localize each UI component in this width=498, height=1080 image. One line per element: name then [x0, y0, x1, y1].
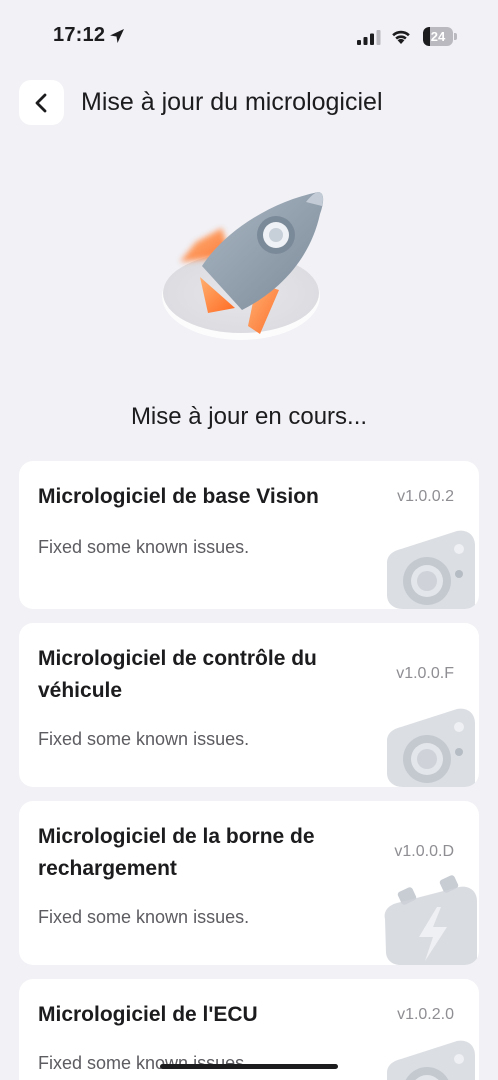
firmware-title: Micrologiciel de base Vision	[38, 485, 319, 508]
page-title: Mise à jour du micrologiciel	[81, 88, 383, 116]
firmware-card-vehicle-control: Micrologiciel de contrôle du véhicule v1…	[19, 623, 479, 787]
cellular-signal-icon	[357, 30, 381, 45]
battery-indicator: 24	[423, 27, 457, 47]
status-time: 17:12	[53, 24, 106, 46]
firmware-card-vision: Micrologiciel de base Vision v1.0.0.2 Fi…	[19, 461, 479, 609]
firmware-description: Fixed some known issues.	[38, 729, 250, 749]
camera-icon	[387, 1040, 475, 1080]
battery-percentage: 24	[430, 29, 446, 44]
location-arrow-icon	[110, 29, 124, 43]
firmware-update-screen: 17:12 24 Mise à jour du micrologiciel Mi…	[0, 0, 498, 1080]
camera-icon	[387, 708, 475, 787]
rocket-icon	[162, 192, 324, 340]
firmware-version: v1.0.2.0	[397, 1006, 454, 1023]
chevron-left-icon	[35, 93, 46, 112]
battery-body: 24	[423, 27, 453, 46]
firmware-card-charging-station: Micrologiciel de la borne de rechargemen…	[19, 801, 479, 965]
firmware-title: Micrologiciel de l'ECU	[38, 1003, 258, 1026]
firmware-description: Fixed some known issues.	[38, 537, 250, 557]
firmware-version: v1.0.0.D	[394, 843, 454, 860]
battery-tip	[454, 33, 457, 40]
back-button[interactable]	[19, 80, 64, 125]
firmware-version: v1.0.0.F	[396, 665, 454, 682]
status-bar: 17:12 24	[0, 0, 498, 72]
camera-icon	[387, 530, 475, 609]
firmware-title: Micrologiciel de la borne de rechargemen…	[38, 825, 315, 880]
firmware-title: Micrologiciel de contrôle du véhicule	[38, 647, 317, 702]
update-status-text: Mise à jour en cours...	[130, 403, 368, 430]
home-indicator	[160, 1064, 338, 1069]
firmware-description: Fixed some known issues.	[38, 907, 250, 927]
firmware-version: v1.0.0.2	[397, 488, 454, 505]
battery-charging-icon	[384, 875, 477, 965]
wifi-icon	[392, 30, 410, 44]
